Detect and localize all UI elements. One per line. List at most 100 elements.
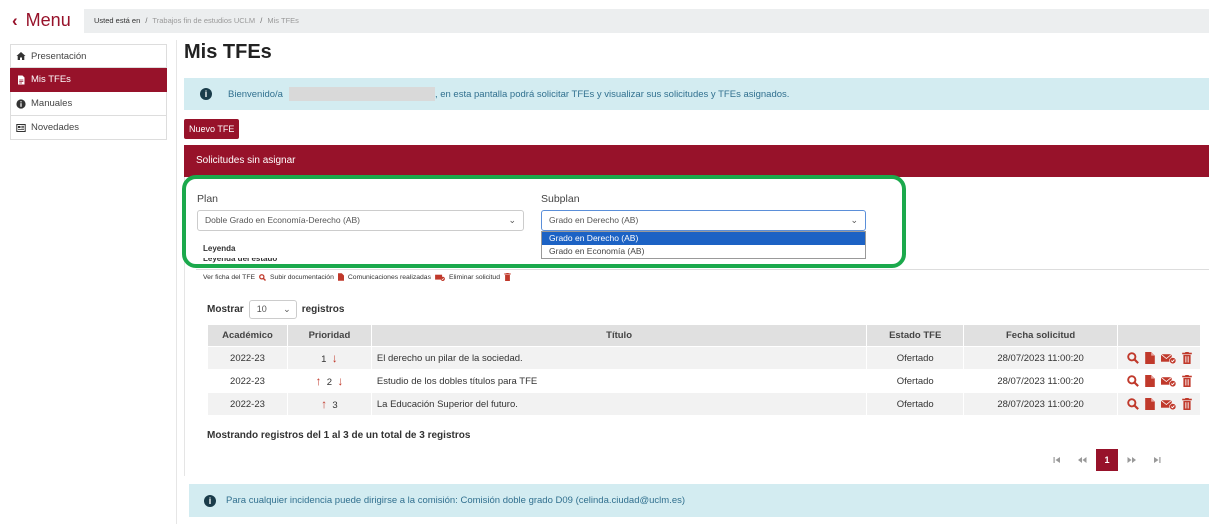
sidebar-item-label: Manuales: [31, 98, 73, 109]
search-icon: [259, 273, 267, 281]
new-tfe-button[interactable]: Nuevo TFE: [184, 119, 240, 139]
upload-document-icon[interactable]: [1144, 352, 1155, 364]
sidebar-divider: [176, 40, 177, 524]
envelope-check-icon[interactable]: [1160, 353, 1176, 364]
sidebar-item-novedades[interactable]: Novedades: [10, 116, 167, 140]
upload-document-icon[interactable]: [1144, 398, 1155, 410]
subplan-label: Subplan: [541, 193, 580, 205]
trash-icon[interactable]: [1181, 375, 1192, 387]
envelope-check-icon: [435, 274, 445, 281]
cell-prioridad: ↑ 3: [286, 392, 372, 416]
priority-up-icon[interactable]: ↑: [321, 397, 327, 411]
plan-label: Plan: [197, 193, 219, 205]
plan-select[interactable]: Doble Grado en Economía-Derecho (AB) ⌄: [197, 210, 524, 231]
header-prioridad[interactable]: Prioridad: [286, 324, 372, 347]
length-prefix: Mostrar: [207, 304, 244, 315]
cell-actions: [1117, 392, 1201, 416]
cell-fecha: 28/07/2023 11:00:20: [963, 392, 1118, 416]
sidebar-item-manuales[interactable]: Manuales: [10, 92, 167, 116]
length-suffix: registros: [301, 304, 345, 315]
first-page-button[interactable]: [1046, 449, 1068, 471]
cell-fecha: 28/07/2023 11:00:20: [963, 369, 1118, 393]
legend-comunicaciones: Comunicaciones realizadas: [347, 273, 431, 281]
legend-ver-ficha: Ver ficha del TFE: [203, 273, 256, 281]
header-academico[interactable]: Académico: [207, 324, 288, 347]
last-page-button[interactable]: [1146, 449, 1168, 471]
chevron-down-icon: ⌄: [283, 304, 291, 314]
envelope-check-icon[interactable]: [1160, 399, 1176, 410]
breadcrumb: Usted está en / Trabajos fin de estudios…: [84, 9, 1209, 33]
sidebar-item-mis-tfes[interactable]: Mis TFEs: [10, 68, 167, 92]
trash-icon: [504, 273, 511, 281]
document-icon: [18, 75, 25, 84]
info-icon: i: [204, 494, 216, 507]
subplan-select[interactable]: Grado en Derecho (AB) ⌄: [541, 210, 866, 231]
top-bar: ‹ Menu Usted está en / Trabajos fin de e…: [0, 0, 1209, 38]
legend-divider: [196, 269, 1209, 270]
breadcrumb-prefix: Usted está en: [94, 16, 141, 25]
tfe-requests-table: Académico Prioridad Título Estado TFE Fe…: [207, 324, 1201, 416]
subplan-option[interactable]: Grado en Derecho (AB): [542, 232, 865, 245]
header-actions: [1117, 324, 1201, 347]
table-row: 2022-23 1 ↓ El derecho un pilar de la soci…: [207, 346, 1201, 370]
envelope-check-icon[interactable]: [1160, 376, 1176, 387]
cell-actions: [1117, 346, 1201, 370]
next-page-button[interactable]: [1121, 449, 1143, 471]
priority-down-icon[interactable]: ↓: [337, 374, 343, 388]
cell-titulo: El derecho un pilar de la sociedad.: [370, 346, 868, 370]
cell-fecha: 28/07/2023 11:00:20: [963, 346, 1118, 370]
prev-page-button[interactable]: [1071, 449, 1093, 471]
breadcrumb-link-tfe[interactable]: Trabajos fin de estudios UCLM: [152, 16, 255, 25]
priority-up-icon[interactable]: ↑: [315, 374, 321, 388]
table-row: 2022-23 ↑ 2 ↓ Estudio de los dobles título…: [207, 369, 1201, 393]
redacted-username: [288, 87, 435, 101]
subplan-dropdown: Grado en Derecho (AB) Grado en Economía …: [541, 231, 866, 259]
table-header-row: Académico Prioridad Título Estado TFE Fe…: [207, 324, 1201, 347]
info-icon: i: [200, 88, 212, 100]
menu-button[interactable]: ‹ Menu: [12, 10, 71, 31]
sidebar-item-label: Presentación: [31, 50, 87, 62]
cell-academico: 2022-23: [207, 369, 288, 393]
panel-header: Solicitudes sin asignar: [184, 145, 1209, 177]
subplan-option[interactable]: Grado en Economía (AB): [542, 245, 865, 258]
plan-select-value: Doble Grado en Economía-Derecho (AB): [205, 215, 360, 225]
priority-down-icon[interactable]: ↓: [332, 351, 338, 365]
page-1-button[interactable]: 1: [1096, 449, 1118, 471]
cell-prioridad: 1 ↓: [286, 346, 372, 370]
upload-document-icon[interactable]: [1144, 375, 1155, 387]
header-estado[interactable]: Estado TFE: [866, 324, 965, 347]
newspaper-icon: [16, 123, 26, 132]
legend-subtitle-cut: Leyenda del estado: [203, 258, 278, 263]
sidebar-item-label: Novedades: [31, 122, 80, 133]
table-info: Mostrando registros del 1 al 3 de un tot…: [207, 430, 471, 441]
page-length-select[interactable]: 10 ⌄: [248, 300, 297, 319]
search-icon[interactable]: [1126, 375, 1139, 387]
welcome-prefix: Bienvenido/a: [228, 88, 283, 100]
search-icon[interactable]: [1126, 352, 1139, 364]
commission-alert: i Para cualquier incidencia puede dirigi…: [189, 484, 1209, 517]
table-row: 2022-23 ↑ 3 La Educación Superior del futu…: [207, 392, 1201, 416]
cell-estado: Ofertado: [866, 392, 965, 416]
menu-label: Menu: [25, 10, 71, 30]
priority-value: 2: [326, 377, 333, 388]
chevron-down-icon: ⌄: [508, 215, 516, 225]
chevron-down-icon: ⌄: [850, 215, 858, 225]
subplan-select-value: Grado en Derecho (AB): [549, 215, 639, 225]
header-fecha[interactable]: Fecha solicitud: [963, 324, 1118, 347]
legend-eliminar: Eliminar solicitud: [449, 273, 500, 281]
header-titulo[interactable]: Título: [370, 324, 868, 347]
search-icon[interactable]: [1126, 398, 1139, 410]
sidebar-item-presentacion[interactable]: Presentación: [10, 44, 167, 68]
sidebar: Presentación Mis TFEs Manuales Novedades: [10, 44, 167, 140]
cell-academico: 2022-23: [207, 392, 288, 416]
trash-icon[interactable]: [1181, 398, 1192, 410]
next-page-icon: [1127, 457, 1136, 463]
legend-subir: Subir documentación: [270, 273, 334, 281]
info-icon: [16, 98, 26, 109]
page-title: Mis TFEs: [184, 41, 272, 63]
welcome-alert: i Bienvenido/a , en esta pantalla podrá …: [184, 78, 1209, 110]
cell-estado: Ofertado: [866, 369, 965, 393]
chevron-left-icon: ‹: [12, 10, 18, 30]
commission-text: Para cualquier incidencia puede dirigirs…: [226, 495, 686, 506]
trash-icon[interactable]: [1181, 352, 1192, 364]
